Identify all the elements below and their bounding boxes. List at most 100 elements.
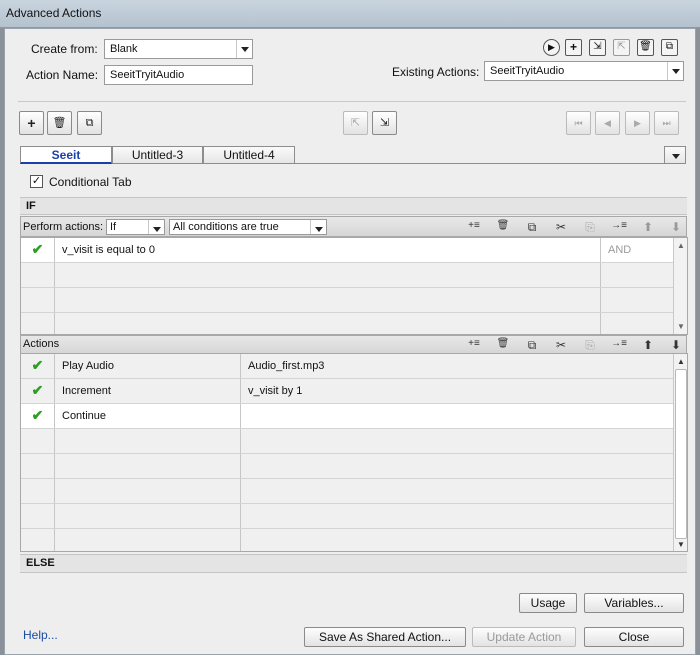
action-row[interactable]: ✔ Play Audio Audio_first.mp3 [21, 354, 673, 379]
action-row[interactable]: ✔ Increment v_visit by 1 [21, 379, 673, 404]
action-name[interactable]: Play Audio [55, 354, 241, 378]
action-name-input[interactable]: SeeitTryitAudio [104, 65, 253, 85]
chevron-down-icon [236, 40, 252, 58]
scrollbar-thumb[interactable] [675, 369, 687, 539]
chevron-down-icon [310, 220, 326, 234]
condition-expression[interactable]: v_visit is equal to 0 [55, 238, 601, 262]
condition-row[interactable]: ✔ v_visit is equal to 0 AND [21, 238, 673, 263]
action-target[interactable] [241, 404, 673, 428]
action-target[interactable]: v_visit by 1 [241, 379, 673, 403]
tab-baseline [295, 163, 665, 164]
window-title-bar: Advanced Actions [0, 0, 700, 28]
condition-scope-value: All conditions are true [173, 221, 279, 233]
condition-scope-dropdown[interactable]: All conditions are true [169, 219, 327, 235]
create-from-value: Blank [110, 43, 138, 55]
perform-mode-value: If [110, 221, 117, 233]
tab-untitled-4[interactable]: Untitled-4 [203, 146, 295, 164]
divider [18, 101, 686, 102]
chevron-down-icon [668, 147, 684, 163]
action-row-empty[interactable] [21, 454, 673, 479]
chevron-down-icon [667, 62, 683, 80]
tab-untitled-3[interactable]: Untitled-3 [112, 146, 203, 164]
duplicate-action-icon[interactable]: ⧉ [661, 39, 678, 56]
move-down-icon[interactable]: ⬇ [667, 338, 685, 352]
usage-button[interactable]: Usage [519, 593, 577, 613]
copy-tab-button[interactable]: ⧉ [77, 111, 102, 135]
cut-row-icon[interactable]: ✂ [552, 220, 570, 234]
conditions-grid: ✔ v_visit is equal to 0 AND ▲ ▼ [20, 237, 688, 335]
close-button[interactable]: Close [584, 627, 684, 647]
move-down-icon[interactable]: ⬇ [667, 220, 685, 234]
preview-play-icon[interactable]: ▶ [543, 39, 560, 56]
indent-row-icon[interactable]: →≡ [610, 338, 628, 349]
condition-operator[interactable]: AND [601, 238, 673, 262]
save-as-shared-action-button[interactable]: Save As Shared Action... [304, 627, 466, 647]
action-row[interactable]: ✔ Continue [21, 404, 673, 429]
existing-actions-value: SeeitTryitAudio [490, 65, 565, 77]
existing-actions-dropdown[interactable]: SeeitTryitAudio [484, 61, 684, 81]
action-target[interactable]: Audio_first.mp3 [241, 354, 673, 378]
check-icon: ✔ [21, 404, 55, 428]
help-link[interactable]: Help... [23, 628, 58, 642]
action-name[interactable]: Continue [55, 404, 241, 428]
condition-row-empty[interactable] [21, 288, 673, 313]
last-tab-button[interactable]: ⏭ [654, 111, 679, 135]
first-tab-button[interactable]: ⏮ [566, 111, 591, 135]
chevron-down-icon [148, 220, 164, 234]
conditional-tab-label: Conditional Tab [49, 175, 132, 189]
scroll-down-icon[interactable]: ▼ [677, 322, 685, 331]
move-up-icon[interactable]: ⬆ [639, 220, 657, 234]
copy-row-icon[interactable]: ⧉ [523, 220, 541, 235]
actions-label: Actions [23, 338, 60, 350]
action-row-empty[interactable] [21, 479, 673, 504]
check-icon: ✔ [21, 379, 55, 403]
conditional-tab-checkbox[interactable]: ✓ [30, 175, 43, 188]
next-tab-button[interactable]: ▶ [625, 111, 650, 135]
delete-action-icon[interactable]: 🗑 [637, 39, 654, 56]
prev-tab-button[interactable]: ◀ [595, 111, 620, 135]
move-up-icon[interactable]: ⬆ [639, 338, 657, 352]
action-row-empty[interactable] [21, 504, 673, 529]
insert-row-icon[interactable]: +≡ [465, 220, 483, 231]
import-tab-button[interactable]: ⇲ [372, 111, 397, 135]
else-header: ELSE [20, 554, 687, 573]
window-title: Advanced Actions [6, 6, 102, 20]
delete-row-icon[interactable]: 🗑 [494, 220, 512, 231]
copy-row-icon[interactable]: ⧉ [523, 338, 541, 353]
variables-button[interactable]: Variables... [584, 593, 684, 613]
insert-row-icon[interactable]: +≡ [465, 338, 483, 349]
add-tab-button[interactable]: + [19, 111, 44, 135]
indent-row-icon[interactable]: →≡ [610, 220, 628, 231]
add-action-icon[interactable]: + [565, 39, 582, 56]
existing-actions-label: Existing Actions: [392, 65, 480, 79]
paste-row-icon[interactable]: ⎘ [581, 220, 599, 235]
conditions-scrollbar[interactable]: ▲ ▼ [673, 238, 687, 334]
import-action-icon[interactable]: ⇲ [589, 39, 606, 56]
scroll-up-icon[interactable]: ▲ [677, 357, 685, 366]
action-row-empty[interactable] [21, 429, 673, 454]
condition-row-empty[interactable] [21, 313, 673, 334]
actions-scrollbar[interactable]: ▲ ▼ [673, 354, 687, 551]
perform-mode-dropdown[interactable]: If [106, 219, 165, 235]
action-name[interactable]: Increment [55, 379, 241, 403]
paste-row-icon[interactable]: ⎘ [581, 338, 599, 353]
create-from-dropdown[interactable]: Blank [104, 39, 253, 59]
cut-row-icon[interactable]: ✂ [552, 338, 570, 352]
delete-row-icon[interactable]: 🗑 [494, 338, 512, 349]
action-name-label: Action Name: [26, 68, 99, 82]
condition-row-empty[interactable] [21, 263, 673, 288]
scroll-up-icon[interactable]: ▲ [677, 241, 685, 250]
tab-seeit[interactable]: Seeit [20, 146, 112, 164]
update-action-button[interactable]: Update Action [472, 627, 576, 647]
actions-grid: ✔ Play Audio Audio_first.mp3 ✔ Increment… [20, 353, 688, 552]
check-icon: ✔ [21, 238, 55, 262]
export-action-icon[interactable]: ⇱ [613, 39, 630, 56]
if-header: IF [20, 197, 687, 215]
action-row-empty[interactable] [21, 529, 673, 551]
delete-tab-button[interactable]: 🗑 [47, 111, 72, 135]
tab-list-dropdown[interactable] [664, 146, 686, 164]
export-tab-button[interactable]: ⇱ [343, 111, 368, 135]
create-from-label: Create from: [31, 42, 98, 56]
check-icon: ✔ [21, 354, 55, 378]
scroll-down-icon[interactable]: ▼ [677, 540, 685, 549]
